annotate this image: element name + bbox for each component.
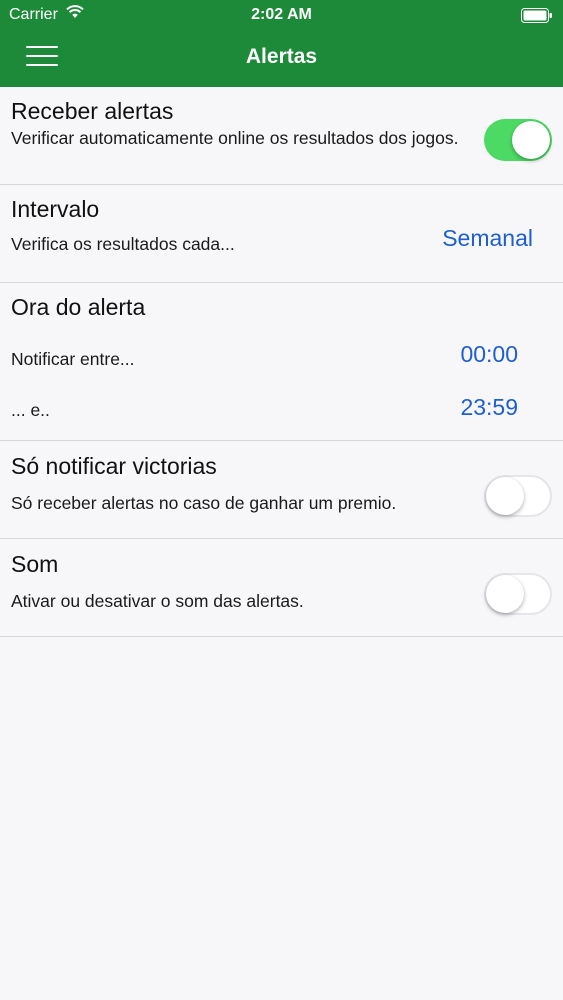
interval-value-button[interactable]: Semanal — [442, 225, 533, 252]
alert-time-title: Ora do alerta — [11, 294, 146, 320]
sound-toggle[interactable] — [484, 573, 552, 615]
alerts-settings-list: Receber alertas Verificar automaticament… — [0, 87, 563, 637]
sound-description: Ativar ou desativar o som das alertas. — [11, 591, 304, 611]
receive-alerts-title: Receber alertas — [11, 98, 174, 124]
sound-title: Som — [11, 551, 59, 577]
to-time-label: ... e.. — [11, 400, 50, 420]
status-time: 2:02 AM — [251, 6, 312, 23]
receive-alerts-toggle[interactable] — [484, 119, 552, 161]
only-wins-description: Só receber alertas no caso de ganhar um … — [11, 493, 397, 513]
interval-title: Intervalo — [11, 196, 100, 222]
status-bar: Carrier 2:02 AM — [0, 0, 563, 30]
interval-description: Verifica os resultados cada... — [11, 234, 235, 254]
toggle-knob — [486, 575, 524, 613]
section-alert-time: Ora do alerta Notificar entre... 00:00 .… — [0, 283, 563, 441]
section-only-wins: Só notificar victorias Só receber alerta… — [0, 441, 563, 539]
only-wins-toggle[interactable] — [484, 475, 552, 517]
receive-alerts-description: Verificar automaticamente online os resu… — [11, 128, 459, 148]
section-sound: Som Ativar ou desativar o som das alerta… — [0, 539, 563, 637]
from-time-button[interactable]: 00:00 — [460, 341, 518, 368]
to-time-button[interactable]: 23:59 — [460, 394, 518, 421]
only-wins-title: Só notificar victorias — [11, 453, 217, 479]
section-interval: Intervalo Verifica os resultados cada...… — [0, 185, 563, 283]
from-time-label: Notificar entre... — [11, 349, 135, 369]
toggle-knob — [486, 477, 524, 515]
page-title: Alertas — [245, 45, 318, 68]
toggle-knob — [512, 121, 550, 159]
battery-icon — [521, 8, 553, 28]
section-receive-alerts: Receber alertas Verificar automaticament… — [0, 87, 563, 185]
navigation-bar: Alertas — [0, 30, 563, 87]
